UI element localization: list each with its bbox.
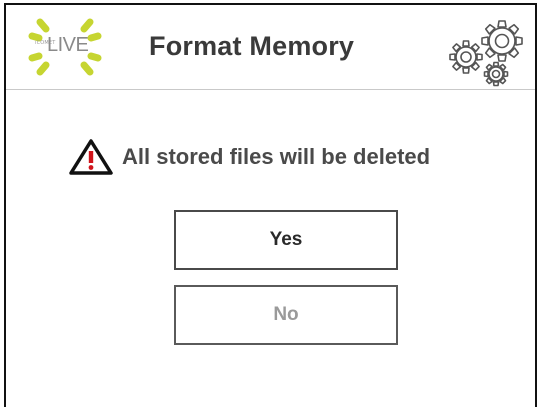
yes-button[interactable]: Yes [174,210,398,270]
live-logo: iCOMET LIVE [20,14,110,84]
gears-icon[interactable] [442,11,534,87]
screen-frame: iCOMET LIVE Format Memory All stored fil… [4,3,537,407]
header-bar: iCOMET LIVE Format Memory [6,5,535,90]
logo-text: LIVE [47,34,89,56]
page-title: Format Memory [149,31,355,61]
no-button[interactable]: No [174,285,398,345]
warning-triangle-icon [69,139,113,175]
warning-text: All stored files will be deleted [122,144,431,169]
warning-message: All stored files will be deleted [68,137,430,177]
